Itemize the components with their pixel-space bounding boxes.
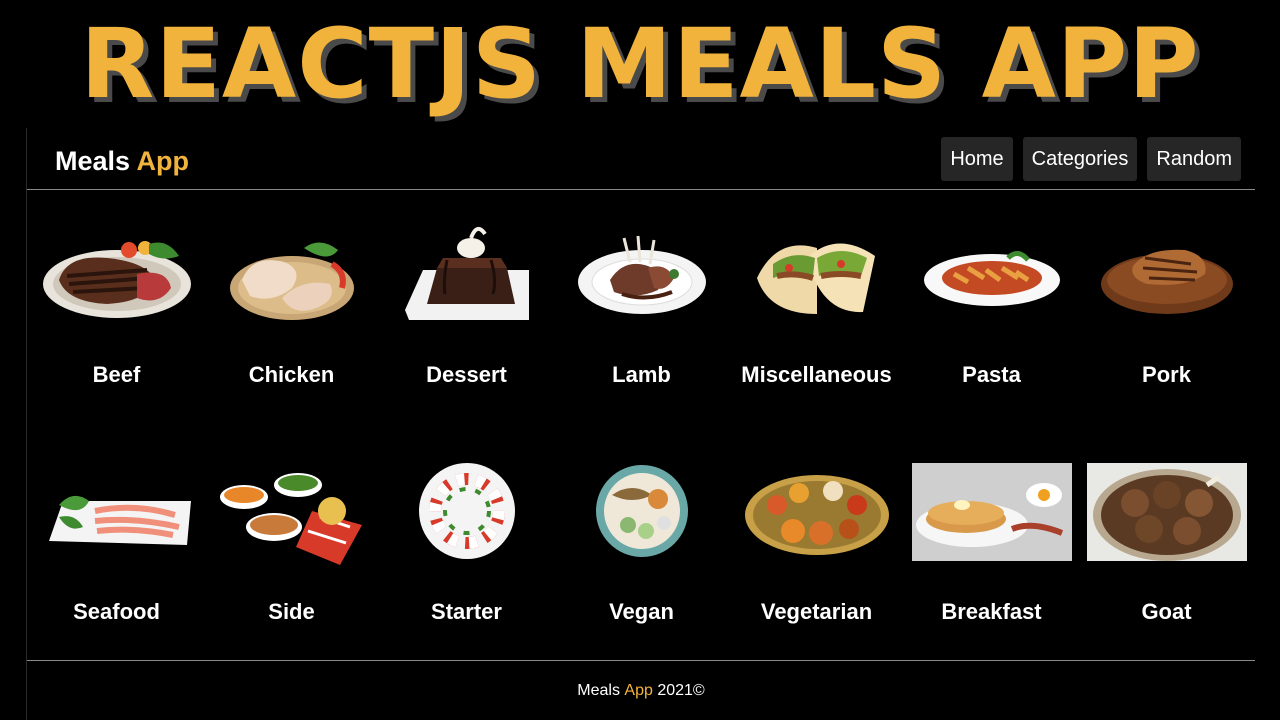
category-card-chicken[interactable]: Chicken (204, 190, 379, 420)
vegetarian-image (744, 475, 889, 555)
category-card-goat[interactable]: Goat (1079, 427, 1254, 657)
footer-brand-main: Meals (577, 681, 620, 699)
footer-brand-accent: App (624, 681, 653, 699)
category-card-lamb[interactable]: Lamb (554, 190, 729, 420)
category-card-vegan[interactable]: Vegan (554, 427, 729, 657)
category-card-beef[interactable]: Beef (29, 190, 204, 420)
category-name: Vegan (609, 599, 674, 624)
lamb-image (577, 235, 706, 314)
category-name: Pasta (962, 362, 1021, 387)
banner-title: REACTJS MEALS APP (80, 8, 1200, 120)
footer-copyright: 2021© (657, 681, 705, 699)
category-name: Pork (1142, 362, 1191, 387)
category-name: Lamb (612, 362, 671, 387)
category-card-pasta[interactable]: Pasta (904, 190, 1079, 420)
nav-random-button[interactable]: Random (1147, 137, 1241, 181)
category-name: Dessert (426, 362, 507, 387)
category-card-pork[interactable]: Pork (1079, 190, 1254, 420)
nav-categories-button[interactable]: Categories (1022, 137, 1138, 181)
beef-image (42, 241, 191, 318)
category-name: Seafood (73, 599, 160, 624)
side-image (219, 473, 362, 565)
miscellaneous-image (756, 243, 875, 314)
category-card-breakfast[interactable]: Breakfast (904, 427, 1079, 657)
nav-home-button[interactable]: Home (941, 137, 1013, 181)
pork-image (1100, 249, 1233, 314)
brand-main: Meals (55, 146, 131, 176)
category-name: Beef (92, 362, 141, 387)
category-card-miscellaneous[interactable]: Miscellaneous (729, 190, 904, 420)
category-grid: Beef Chicken Dessert Lamb Miscellaneous … (29, 190, 1253, 660)
category-card-starter[interactable]: Starter (379, 427, 554, 657)
category-name: Chicken (248, 362, 335, 387)
brand-logo[interactable]: Meals App (55, 146, 189, 177)
category-card-vegetarian[interactable]: Vegetarian (729, 427, 904, 657)
category-name: Miscellaneous (741, 362, 892, 387)
category-name: Breakfast (941, 599, 1042, 624)
dessert-image (404, 226, 529, 320)
category-card-dessert[interactable]: Dessert (379, 190, 554, 420)
footer: Meals App 2021© (27, 660, 1255, 720)
vegan-image (595, 465, 688, 557)
navbar: Meals App Home Categories Random (27, 128, 1255, 190)
starter-image (418, 463, 515, 559)
nav-links: Home Categories Random (941, 137, 1241, 181)
seafood-image (48, 495, 191, 545)
goat-image (1086, 463, 1247, 561)
category-name: Starter (431, 599, 502, 624)
pasta-image (923, 251, 1060, 306)
breakfast-image (911, 463, 1072, 561)
category-name: Side (268, 599, 315, 624)
chicken-image (229, 242, 354, 320)
category-card-side[interactable]: Side (204, 427, 379, 657)
category-name: Goat (1141, 599, 1192, 624)
category-card-seafood[interactable]: Seafood (29, 427, 204, 657)
app-window: Meals App Home Categories Random Beef Ch… (26, 128, 1255, 720)
category-name: Vegetarian (760, 599, 873, 624)
brand-accent: App (136, 146, 190, 176)
